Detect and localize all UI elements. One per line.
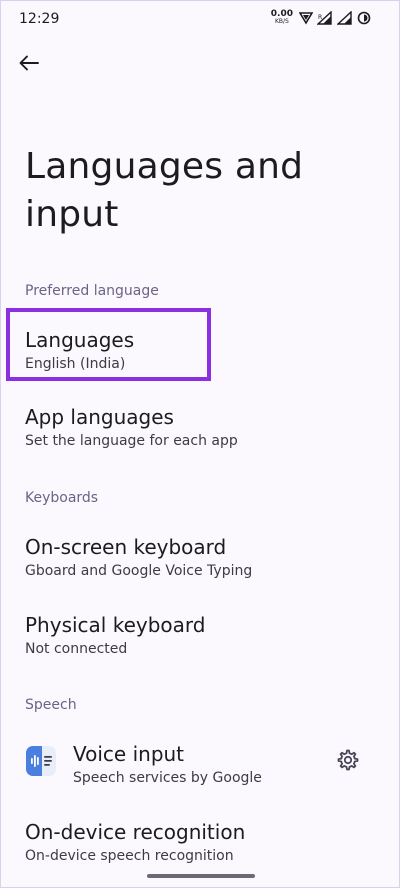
svg-text:R: R [318, 14, 322, 21]
voice-input-summary: Speech services by Google [73, 770, 262, 786]
voice-input-item[interactable]: Voice input Speech services by Google [73, 741, 333, 787]
vpn-key-icon [299, 11, 313, 25]
physical-keyboard-title: Physical keyboard [25, 613, 206, 637]
on-screen-keyboard-summary: Gboard and Google Voice Typing [25, 563, 253, 579]
voice-input-settings-button[interactable] [335, 749, 361, 775]
arrow-left-icon [17, 51, 41, 79]
languages-title: Languages [25, 328, 135, 352]
gear-icon [336, 748, 360, 776]
home-indicator[interactable] [147, 874, 255, 878]
on-device-recognition-item[interactable]: On-device recognition On-device speech r… [25, 819, 365, 865]
back-button[interactable] [15, 51, 43, 79]
on-screen-keyboard-item[interactable]: On-screen keyboard Gboard and Google Voi… [25, 534, 365, 580]
on-screen-keyboard-title: On-screen keyboard [25, 535, 227, 559]
section-header-speech: Speech [25, 697, 77, 713]
network-speed-unit: KB/S [274, 18, 289, 25]
settings-screen: 12:29 0.00 KB/S R Languages and input Pr… [0, 0, 400, 888]
languages-summary: English (India) [25, 356, 126, 372]
status-time: 12:29 [19, 11, 60, 27]
network-speed-value: 0.00 [270, 9, 293, 19]
on-device-recognition-summary: On-device speech recognition [25, 848, 234, 864]
status-bar: 12:29 0.00 KB/S R [1, 1, 399, 37]
voice-input-title: Voice input [73, 742, 185, 766]
app-languages-title: App languages [25, 405, 174, 429]
languages-item[interactable]: Languages English (India) [25, 327, 365, 373]
on-device-recognition-title: On-device recognition [25, 820, 246, 844]
app-languages-item[interactable]: App languages Set the language for each … [25, 404, 365, 450]
network-speed: 0.00 KB/S [271, 10, 293, 26]
section-header-preferred-language: Preferred language [25, 283, 159, 299]
physical-keyboard-summary: Not connected [25, 641, 128, 657]
physical-keyboard-item[interactable]: Physical keyboard Not connected [25, 612, 365, 658]
section-header-keyboards: Keyboards [25, 490, 99, 506]
speech-services-icon [25, 745, 57, 777]
battery-icon [357, 11, 371, 25]
app-languages-summary: Set the language for each app [25, 433, 238, 449]
signal-icon-2 [337, 11, 353, 25]
signal-icon: R [317, 11, 333, 25]
page-title: Languages and input [25, 146, 304, 235]
status-icons: 0.00 KB/S R [271, 10, 371, 26]
